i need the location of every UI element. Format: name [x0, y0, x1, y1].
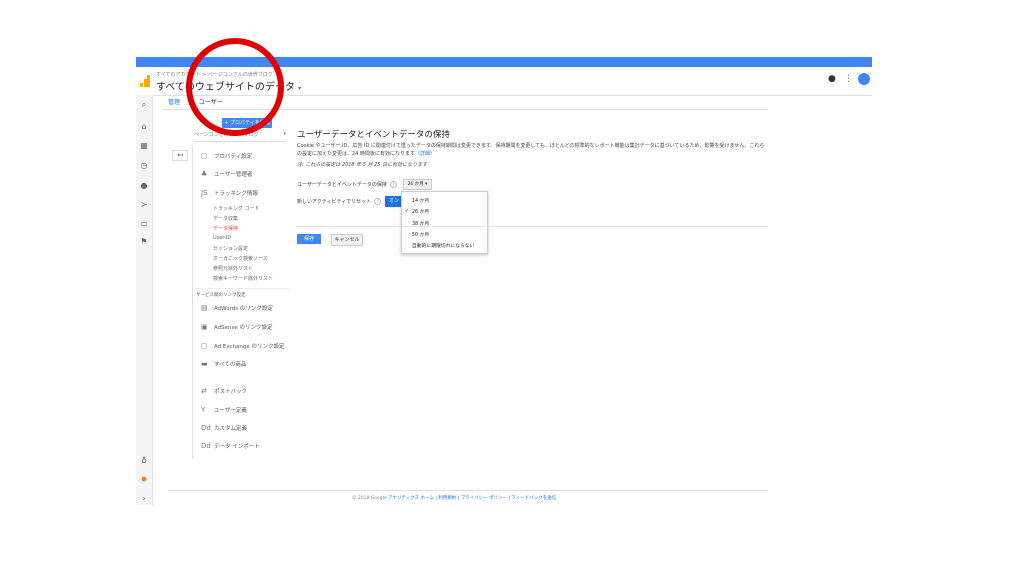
behavior-icon[interactable]: ▭ — [139, 219, 149, 229]
data-import-icon: Dd — [201, 442, 211, 450]
sidebar-sub-referral-exclusion[interactable]: 参照元除外リスト — [213, 265, 253, 272]
help-icon[interactable]: ? — [389, 181, 397, 188]
page-title: ユーザーデータとイベントデータの保持 — [297, 130, 450, 140]
back-arrow-icon[interactable]: ↤ — [172, 150, 188, 161]
lightbulb-icon[interactable]: ♁ — [139, 456, 149, 466]
more-vert-icon[interactable]: ⋮ — [844, 74, 853, 84]
checkmark-icon: ✓ — [405, 208, 410, 214]
chevron-down-icon: ▾ — [425, 182, 428, 187]
sidebar-sub-search-term-exclusion[interactable]: 検索キーワード除外リスト — [213, 275, 273, 282]
conversions-icon[interactable]: ⚑ — [139, 237, 149, 247]
retention-label: ユーザーデータとイベントデータの保持 — [297, 182, 387, 188]
left-nav: ⌕ ⌂ ▦ ◷ ● ≻ ▭ ⚑ ♁ ✹ › — [136, 95, 153, 505]
section-label-product-linking: サービス間のリンク設定 — [196, 293, 246, 298]
customization-icon[interactable]: ▦ — [139, 141, 149, 151]
footer: © 2018 Google アナリティクス ホーム | 利用規約 | プライバシ… — [352, 495, 556, 501]
sidebar-sub-data-retention[interactable]: データ保持 — [213, 225, 238, 232]
learn-more-link[interactable]: （詳細） — [415, 151, 435, 157]
footer-links[interactable]: アナリティクス ホーム | 利用規約 | プライバシー ポリシー | フィードバ… — [388, 496, 556, 501]
sidebar-sub-data-collection[interactable]: データ収集 — [213, 215, 238, 222]
description-text: Cookie やユーザー ID、広告 ID に関連付けて送ったデータの保持期間は… — [297, 143, 765, 157]
reset-setting-row: 新しいアクティビティでリセット? — [297, 198, 382, 205]
retention-option[interactable]: 自動的に期限切れにならない — [412, 242, 474, 249]
retention-selected-value: 26 か月 — [407, 182, 424, 187]
annotation-circle — [186, 38, 284, 136]
retention-description: Cookie やユーザー ID、広告 ID に関連付けて送ったデータの保持期間は… — [297, 142, 767, 158]
sidebar-item-user-management[interactable]: ♣ ユーザー管理者 — [201, 170, 252, 179]
retention-dropdown-menu: 14 か月 ✓ 26 か月 38 か月 50 か月 自動的に期限切れにならない — [401, 191, 488, 254]
chevron-down-icon: ▾ — [283, 131, 286, 137]
sidebar-sub-session-settings[interactable]: セッション設定 — [213, 245, 248, 252]
reset-label: 新しいアクティビティでリセット — [297, 199, 372, 205]
help-icon[interactable]: ? — [374, 198, 382, 205]
retention-option-selected[interactable]: 26 か月 — [412, 208, 429, 215]
audience-def-icon: Y — [201, 406, 206, 414]
adsense-icon: ▣ — [201, 323, 208, 331]
chevron-down-icon: ▾ — [298, 85, 302, 92]
form-divider — [296, 226, 768, 227]
realtime-icon[interactable]: ◷ — [139, 161, 149, 171]
notifications-icon[interactable]: ● — [828, 74, 836, 84]
acquisition-icon[interactable]: ≻ — [139, 200, 149, 210]
sidebar-sub-tracking-code[interactable]: トラッキング コード — [213, 205, 259, 212]
sidebar-sub-user-id[interactable]: User-ID — [213, 235, 231, 241]
retention-option[interactable]: 14 か月 — [412, 197, 429, 204]
custom-def-icon: Dd — [201, 424, 211, 432]
sidebar-item-tracking-info[interactable]: JS トラッキング情報 — [201, 189, 258, 198]
adwords-icon: ▤ — [201, 304, 208, 312]
sidebar-item-audience-definitions[interactable]: Y ユーザー定義 — [201, 406, 247, 415]
account-avatar-icon[interactable] — [858, 73, 870, 85]
postback-icon: ⇄ — [201, 387, 207, 395]
save-button[interactable]: 保存 — [297, 234, 321, 244]
sidebar-item-all-products[interactable]: ▬ すべての商品 — [201, 360, 246, 369]
sidebar-item-data-import[interactable]: Dd データ インポート — [201, 442, 260, 451]
expand-icon[interactable]: › — [139, 494, 149, 504]
retention-dropdown[interactable]: 26 か月 ▾ — [403, 179, 432, 190]
analytics-logo-icon[interactable] — [140, 75, 150, 87]
footer-divider — [168, 490, 768, 491]
audience-icon[interactable]: ● — [139, 181, 149, 191]
users-icon: ♣ — [201, 170, 208, 178]
all-products-icon: ▬ — [201, 360, 208, 368]
section-divider — [193, 288, 289, 289]
footer-copyright: © 2018 Google — [352, 496, 387, 501]
retention-note: 注: これらの設定は 2018 年 5 月 25 日に有効になります — [297, 162, 428, 168]
adexchange-icon: ▢ — [201, 342, 208, 350]
retention-option[interactable]: 50 か月 — [412, 231, 429, 238]
tab-admin[interactable]: 管理 — [168, 97, 180, 106]
tracking-icon: JS — [201, 189, 208, 197]
property-settings-panel: ▢ プロパティ設定 ♣ ユーザー管理者 JS トラッキング情報 トラッキング コード … — [192, 145, 289, 459]
sidebar-item-property-settings[interactable]: ▢ プロパティ設定 — [201, 152, 252, 161]
home-icon[interactable]: ⌂ — [139, 122, 149, 132]
property-settings-icon: ▢ — [201, 152, 208, 160]
sidebar-item-adsense-linking[interactable]: ▣ AdSense のリンク設定 — [201, 323, 273, 332]
sidebar-item-adwords-linking[interactable]: ▤ AdWords のリンク設定 — [201, 304, 273, 313]
sidebar-sub-organic-sources[interactable]: オーガニック検索ソース — [213, 255, 268, 262]
gear-icon[interactable]: ✹ — [139, 475, 149, 485]
sidebar-item-postback[interactable]: ⇄ ポストバック — [201, 387, 247, 396]
sidebar-item-custom-definitions[interactable]: Dd カスタム定義 — [201, 424, 247, 433]
sidebar-item-adexchange-linking[interactable]: ▢ Ad Exchange のリンク設定 — [201, 342, 285, 351]
search-icon[interactable]: ⌕ — [139, 100, 149, 110]
retention-setting-row: ユーザーデータとイベントデータの保持? — [297, 181, 397, 188]
cancel-button[interactable]: キャンセル — [331, 234, 363, 246]
